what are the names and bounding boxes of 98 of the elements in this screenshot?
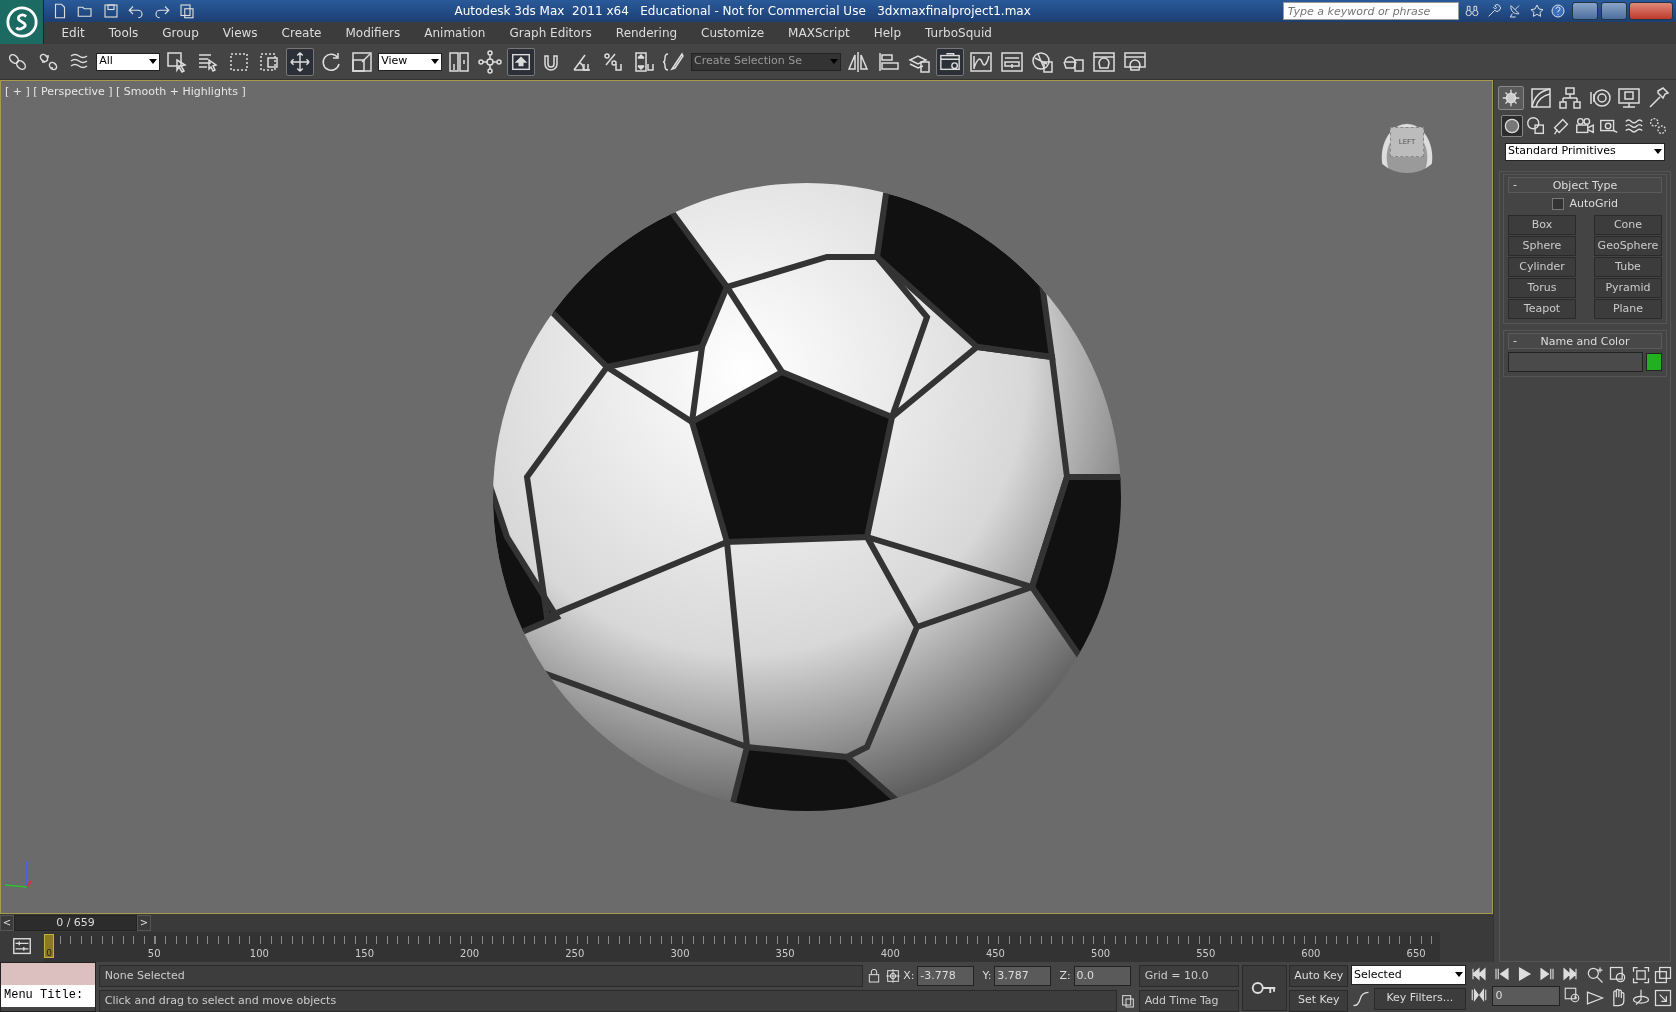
menu-item[interactable]: Rendering — [603, 22, 690, 44]
rollout-title: Name and Color — [1540, 335, 1630, 349]
key-mode-dropdown[interactable]: Selected — [1351, 964, 1466, 985]
checkbox[interactable] — [1551, 198, 1564, 211]
auto-key-button[interactable]: Auto Key — [1289, 964, 1349, 987]
maximize-viewport-icon[interactable] — [1653, 987, 1674, 1008]
menu-item[interactable]: Create — [269, 22, 334, 44]
menu-item[interactable]: Graph Editors — [497, 22, 604, 44]
tick-label: 400 — [880, 947, 900, 961]
primitive-button[interactable]: Teapot — [1508, 299, 1576, 320]
reference-coordinate-dropdown[interactable]: View — [378, 52, 443, 71]
tick-label: 650 — [1406, 947, 1426, 961]
coordinate-label: Z: — [1059, 967, 1071, 984]
rollout-header[interactable]: - Object Type — [1508, 177, 1662, 194]
tick-label: 50 — [147, 947, 161, 961]
tick-label: 600 — [1301, 947, 1321, 961]
move-icon[interactable] — [286, 47, 314, 76]
tick-label: 300 — [670, 947, 690, 961]
create-tab-icon[interactable] — [1498, 85, 1525, 110]
primitive-button[interactable]: Box — [1508, 215, 1576, 236]
menu-item[interactable]: Views — [210, 22, 270, 44]
set-key-button[interactable]: Set Key — [1289, 989, 1349, 1012]
help-icon[interactable] — [1550, 3, 1567, 19]
menu-item[interactable]: Animation — [412, 22, 498, 44]
primitive-button[interactable]: Cone — [1594, 215, 1662, 236]
next-frame-button[interactable]: > — [137, 915, 151, 931]
listener-input[interactable] — [1, 963, 95, 985]
coordinate-label: X: — [903, 967, 915, 984]
display-tab-icon[interactable] — [1616, 85, 1643, 110]
tick-label: 200 — [460, 947, 480, 961]
primitive-button[interactable]: Torus — [1508, 278, 1576, 299]
absolute-mode-icon[interactable] — [884, 967, 901, 984]
coordinate-field[interactable]: 3.787 — [994, 965, 1052, 986]
menu-item[interactable]: Edit — [49, 22, 97, 44]
listener-output[interactable]: Menu Title: — [1, 985, 95, 1007]
axis-tripod-icon — [4, 860, 32, 888]
tick-label: 550 — [1196, 947, 1216, 961]
window-title: Autodesk 3ds Max 2011 x64 Educational - Not for Commercial Use 3dxmaxfinalproject1.max — [454, 3, 1031, 18]
collapse-toggle[interactable]: - — [1513, 178, 1517, 193]
binoculars-icon[interactable] — [1464, 3, 1481, 19]
scene-explorer-icon[interactable] — [936, 47, 964, 76]
tick-label: 350 — [775, 947, 795, 961]
coordinate-field[interactable]: -3.778 — [917, 965, 975, 986]
hierarchy-tab-icon[interactable] — [1557, 85, 1584, 110]
time-slider-thumb[interactable]: 0 / 659 — [14, 915, 137, 931]
keyboard-shortcut-icon[interactable] — [506, 47, 535, 76]
menu-item[interactable]: Modifiers — [333, 22, 413, 44]
checkbox-label: AutoGrid — [1569, 196, 1619, 212]
close-button[interactable] — [1629, 2, 1674, 20]
menu-item[interactable]: MAXScript — [776, 22, 862, 44]
color-swatch[interactable] — [1646, 353, 1662, 371]
manipulate-icon[interactable] — [475, 47, 504, 76]
primitive-button[interactable]: Cylinder — [1508, 257, 1576, 278]
primitive-button[interactable]: Sphere — [1508, 236, 1576, 257]
selection-filter-dropdown[interactable]: All — [96, 52, 161, 71]
star-icon[interactable] — [1528, 3, 1545, 19]
viewport-label[interactable]: [ + ] [ Perspective ] [ Smooth + Highlights ] — [5, 84, 246, 101]
primitive-button[interactable]: Pyramid — [1594, 278, 1662, 299]
coordinate-field[interactable]: 0.0 — [1073, 965, 1131, 986]
grid-spacing: Grid = 10.0 — [1138, 964, 1239, 987]
rollout-header[interactable]: - Name and Color — [1508, 333, 1662, 350]
zoom-all-icon[interactable] — [1607, 964, 1628, 985]
zoom-extents-icon[interactable] — [1630, 964, 1651, 985]
previous-frame-button[interactable]: < — [0, 915, 14, 931]
tick-label: 100 — [249, 947, 269, 961]
menu-item[interactable]: Tools — [96, 22, 151, 44]
tick-label: 500 — [1091, 947, 1111, 961]
menu-item[interactable]: Group — [150, 22, 211, 44]
tick-label: 450 — [985, 947, 1005, 961]
status-field: None Selected — [98, 964, 864, 987]
named-selection-dropdown[interactable]: Create Selection Se — [691, 52, 841, 71]
rollout-title: Object Type — [1552, 179, 1618, 193]
application-logo[interactable] — [4, 5, 39, 39]
key-filters-button[interactable]: Key Filters... — [1373, 987, 1466, 1010]
menu-item[interactable]: Help — [861, 22, 914, 44]
collapse-toggle[interactable]: - — [1513, 334, 1517, 349]
name-field[interactable] — [1508, 352, 1644, 372]
menu-item[interactable]: Customize — [689, 22, 777, 44]
tick-label: 250 — [565, 947, 585, 961]
orbit-icon[interactable] — [1630, 987, 1651, 1008]
project-folder-icon[interactable] — [177, 2, 197, 20]
time-tag-icon[interactable] — [1120, 992, 1136, 1009]
time-ruler[interactable]: 0 50 100 150 200 250 300 350 400 450 500 550 600 650 — [44, 932, 1440, 962]
coordinate-label: Y: — [982, 967, 992, 984]
add-time-tag-field[interactable]: Add Time Tag — [1138, 989, 1239, 1012]
set-keys-button[interactable] — [1241, 964, 1287, 1011]
primitive-button[interactable]: GeoSphere — [1594, 236, 1662, 257]
current-frame-field[interactable]: 0 — [1491, 985, 1560, 1006]
search-field[interactable]: Type a keyword or phrase — [1282, 2, 1459, 20]
primitive-type-dropdown[interactable]: Standard Primitives — [1505, 142, 1665, 161]
frame-marker[interactable]: 0 — [44, 934, 54, 958]
zoom-extents-all-icon[interactable] — [1653, 964, 1674, 985]
primitive-button[interactable]: Tube — [1594, 257, 1662, 278]
maximize-button[interactable] — [1600, 2, 1627, 20]
tick-label: 150 — [354, 947, 374, 961]
primitive-button[interactable]: Plane — [1594, 299, 1662, 320]
minimize-button[interactable] — [1571, 2, 1598, 20]
menu-item[interactable]: TurboSquid — [913, 22, 1004, 44]
